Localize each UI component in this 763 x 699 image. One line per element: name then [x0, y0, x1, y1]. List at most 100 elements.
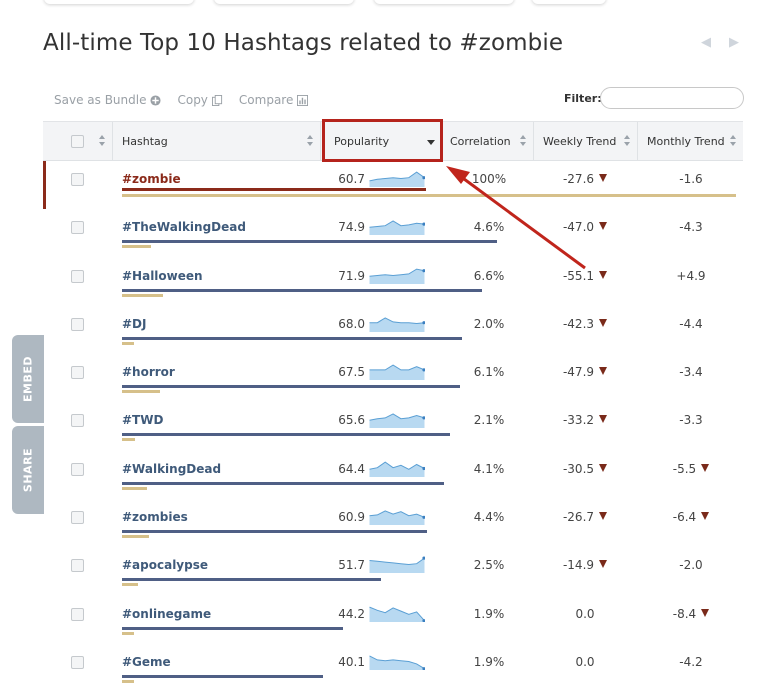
correlation-value: 6.6%: [473, 268, 505, 283]
row-checkbox[interactable]: [71, 462, 84, 476]
top-tab[interactable]: [214, 0, 354, 4]
hashtag-link[interactable]: #horror: [122, 365, 175, 379]
column-weekly-trend[interactable]: Weekly Trend: [534, 122, 638, 161]
monthly-trend-value: -4.4: [679, 316, 703, 331]
hashtag-link[interactable]: #TWD: [122, 413, 163, 427]
weekly-trend-value: -26.7: [562, 510, 595, 525]
correlation-value: 4.6%: [473, 220, 505, 235]
popularity-value: 65.6: [338, 413, 365, 428]
monthly-trend-value: -6.4: [672, 510, 697, 525]
filter-input[interactable]: [600, 87, 744, 109]
column-hashtag-label: Hashtag: [122, 135, 168, 148]
row-checkbox[interactable]: [71, 655, 84, 669]
top-tab[interactable]: [532, 0, 606, 4]
row-checkbox[interactable]: [71, 269, 84, 283]
row-checkbox[interactable]: [71, 511, 84, 525]
hashtag-link[interactable]: #onlinegame: [122, 607, 211, 621]
table-row[interactable]: #WalkingDead 64.4 4.1% -30.5 -5.5: [43, 451, 743, 499]
row-checkbox[interactable]: [71, 607, 84, 621]
correlation-bar: [122, 679, 134, 683]
hashtag-link[interactable]: #zombies: [122, 510, 188, 524]
popularity-value: 60.7: [338, 172, 365, 186]
save-as-bundle-button[interactable]: Save as Bundle: [54, 93, 162, 107]
trend-down-icon: [599, 560, 608, 569]
table-row[interactable]: #onlinegame 44.2 1.9% 0.0 -8.4: [43, 596, 743, 644]
weekly-trend-cell: -27.6: [535, 172, 635, 186]
correlation-value: 1.9%: [473, 606, 505, 621]
popularity-sparkline: [369, 556, 425, 574]
weekly-trend-value: -30.5: [562, 461, 595, 476]
correlation-value: 4.4%: [473, 510, 505, 525]
table-row[interactable]: #horror 67.5 6.1% -47.9 -3.4: [43, 354, 743, 402]
monthly-trend-cell: -3.4: [639, 365, 743, 379]
column-weekly-trend-label: Weekly Trend: [543, 135, 617, 148]
compare-label: Compare: [238, 93, 294, 107]
row-checkbox[interactable]: [71, 414, 84, 428]
monthly-trend-cell: -2.0: [639, 558, 743, 572]
sort-icon: [307, 135, 314, 147]
correlation-bar: [122, 486, 147, 490]
row-checkbox[interactable]: [71, 221, 84, 235]
embed-tab-label: EMBED: [21, 356, 35, 402]
table-row[interactable]: #TheWalkingDead 74.9 4.6% -47.0 -4.3: [43, 209, 743, 257]
popularity-bar: [122, 336, 462, 340]
correlation-value: 100%: [471, 172, 507, 186]
popularity-bar: [122, 578, 381, 582]
top-tab[interactable]: [44, 0, 194, 4]
row-checkbox[interactable]: [71, 173, 84, 186]
popularity-value: 40.1: [338, 654, 365, 669]
table-body: #zombie 60.7 100% -27.6 -1.6 #TheWalkingDead 7…: [43, 161, 743, 692]
table-row[interactable]: #zombies 60.9 4.4% -26.7 -6.4: [43, 499, 743, 547]
hashtag-link[interactable]: #Halloween: [122, 269, 203, 283]
compare-button[interactable]: Compare: [238, 93, 309, 107]
table-row[interactable]: #zombie 60.7 100% -27.6 -1.6: [43, 161, 743, 210]
monthly-trend-value: -1.6: [679, 172, 703, 186]
row-checkbox[interactable]: [71, 366, 84, 380]
hashtag-link[interactable]: #Geme: [122, 655, 171, 669]
select-all-checkbox[interactable]: [71, 135, 84, 148]
prev-arrow-icon[interactable]: ◀: [701, 36, 713, 50]
hashtag-link[interactable]: #WalkingDead: [122, 462, 221, 476]
row-checkbox[interactable]: [71, 317, 84, 331]
popularity-bar: [122, 626, 343, 630]
popularity-value: 60.9: [338, 510, 365, 525]
hashtag-link[interactable]: #DJ: [122, 317, 146, 331]
popularity-sparkline: [369, 606, 425, 622]
correlation-bar: [122, 535, 149, 539]
table-row[interactable]: #apocalypse 51.7 2.5% -14.9 -2.0: [43, 547, 743, 595]
popularity-sparkline: [369, 413, 425, 429]
table-row[interactable]: #Geme 40.1 1.9% 0.0 -4.2: [43, 644, 743, 692]
select-all-column[interactable]: [43, 122, 113, 161]
table-row[interactable]: #TWD 65.6 2.1% -33.2 -3.3: [43, 402, 743, 450]
column-hashtag[interactable]: Hashtag: [113, 122, 321, 161]
sparkline-area: [369, 268, 425, 284]
hashtag-link[interactable]: #apocalypse: [122, 558, 208, 572]
toolbar: Save as Bundle Copy Compare: [54, 93, 309, 107]
bar-chart-icon: [297, 94, 309, 106]
row-checkbox[interactable]: [71, 559, 84, 573]
monthly-trend-value: -5.5: [672, 461, 697, 476]
weekly-trend-cell: -14.9: [535, 558, 635, 572]
column-monthly-trend[interactable]: Monthly Trend: [638, 122, 743, 161]
column-correlation[interactable]: Correlation: [441, 122, 534, 161]
hashtag-link[interactable]: #zombie: [122, 172, 181, 186]
hashtag-link[interactable]: #TheWalkingDead: [122, 220, 246, 234]
popularity-bar: [122, 433, 450, 437]
copy-button[interactable]: Copy: [177, 93, 223, 107]
share-tab[interactable]: SHARE: [12, 426, 44, 514]
trend-down-icon: [599, 463, 608, 472]
popularity-bar: [122, 481, 444, 485]
popularity-sparkline: [369, 171, 425, 187]
popularity-sparkline: [369, 220, 425, 236]
trend-down-icon: [599, 222, 608, 231]
sparkline-area: [369, 317, 425, 332]
weekly-trend-value: -42.3: [562, 316, 595, 331]
share-tab-label: SHARE: [21, 447, 35, 493]
weekly-trend-cell: -42.3: [535, 317, 635, 331]
embed-tab[interactable]: EMBED: [12, 335, 44, 423]
table-row[interactable]: #DJ 68.0 2.0% -42.3 -4.4: [43, 306, 743, 354]
correlation-bar: [122, 438, 135, 442]
table-row[interactable]: #Halloween 71.9 6.6% -55.1 +4.9: [43, 258, 743, 306]
next-arrow-icon[interactable]: ▶: [729, 36, 741, 50]
top-tab[interactable]: [374, 0, 514, 4]
